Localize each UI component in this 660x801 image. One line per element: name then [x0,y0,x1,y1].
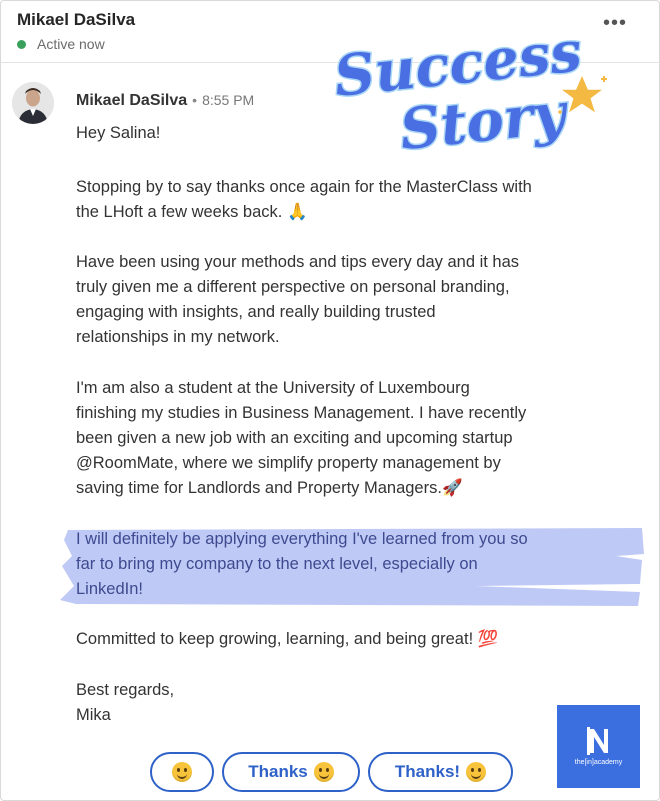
message-meta: Mikael DaSilva • 8:55 PM [76,92,254,110]
logo-text: the[in]academy [574,759,623,766]
quick-reply-emoji-button[interactable] [150,752,214,792]
text-line: Have been using your methods and tips ev… [76,253,520,271]
text-line: I'm am also a student at the University … [76,379,470,397]
paragraph-committed: Committed to keep growing, learning, and… [76,630,499,648]
text-line: Stopping by to say thanks once again for… [76,178,532,196]
text-line: @RoomMate, where we simplify property ma… [76,454,501,472]
smiling-face-icon [172,762,192,782]
text-line: LinkedIn! [76,580,143,598]
quick-reply-thanks-button[interactable]: Thanks [222,752,360,792]
text-line: the LHoft a few weeks back. 🙏 [76,203,308,221]
text-line: finishing my studies in Business Managem… [76,404,527,422]
online-status-dot-icon [17,39,26,49]
text-line: been given a new job with an exciting an… [76,429,513,447]
text-line: saving time for Landlords and Property M… [76,479,463,497]
message-greeting: Hey Salina! [76,124,161,142]
smiling-face-icon [313,762,334,782]
text-line: relationships in my network. [76,328,280,346]
quick-reply-thanks-exclaim-button[interactable]: Thanks! [368,752,513,792]
message-timestamp: 8:55 PM [202,92,255,108]
quick-reply-label: Thanks! [394,762,461,781]
contact-name[interactable]: Mikael DaSilva [17,10,135,30]
avatar[interactable] [12,82,54,124]
text-line: far to bring my company to the next leve… [76,555,478,573]
paragraph-thanks: Stopping by to say thanks once again for… [76,175,646,225]
status-text: Active now [37,36,105,52]
signoff-line: Best regards, [76,681,175,699]
meta-separator: • [192,92,198,108]
paragraph-student: I'm am also a student at the University … [76,376,646,501]
academy-logo: the[in]academy [557,705,640,788]
person-avatar-icon [12,82,54,124]
sender-name[interactable]: Mikael DaSilva [76,92,187,110]
paragraph-highlighted: I will definitely be applying everything… [76,527,646,602]
paragraph-methods: Have been using your methods and tips ev… [76,250,646,350]
text-line: I will definitely be applying everything… [76,530,528,548]
text-line: engaging with insights, and really build… [76,303,436,321]
smiling-face-icon [466,762,487,782]
academy-mark-icon [586,727,608,755]
quick-reply-label: Thanks [248,762,308,781]
text-line: truly given me a different perspective o… [76,278,510,296]
presence-status: Active now [17,36,105,52]
